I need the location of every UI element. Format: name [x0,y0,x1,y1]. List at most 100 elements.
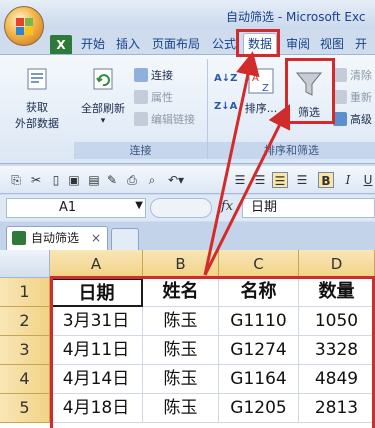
align-left-icon[interactable]: ☰ [232,172,248,188]
sort-button[interactable]: A Z 排序... [240,67,282,116]
connections-icon [134,68,148,82]
sort-za-icon[interactable]: Z↓A [214,101,237,112]
cell-b1[interactable]: 姓名 [143,278,219,307]
ribbon-tabs: X 开始 插入 页面布局 公式 数据 审阅 视图 开发 [0,30,375,71]
format-painter-icon[interactable]: ✎ [104,172,120,188]
cell-c5[interactable]: G1205 [219,394,299,423]
clear-icon [333,68,347,82]
properties-button[interactable]: 属性 [134,89,173,105]
properties-label: 属性 [151,91,173,104]
formatting-toolbar: ⎘ ✂ ▯ ▣ ▤ ✎ ⎙ ⌕ ↶▾ ☰ ☰ ☰ ☰ B I U [0,166,375,194]
cell-b2[interactable]: 陈玉 [143,307,219,336]
cell-c1[interactable]: 名称 [219,278,299,307]
workbook-tab-bar: 自动筛选 × [0,222,375,250]
cell-d3[interactable]: 3328 [299,336,375,365]
cell-d4[interactable]: 4849 [299,365,375,394]
connections-button[interactable]: 连接 [134,67,173,83]
cell-a5[interactable]: 4月18日 [50,394,143,423]
cell-c2[interactable]: G1110 [219,307,299,336]
name-box-value: A1 [59,200,77,215]
fx-icon[interactable]: fx [221,199,233,214]
name-box[interactable]: A1 ▼ [6,198,146,218]
row-header-3[interactable]: 3 [0,336,50,365]
edit-links-label: 编辑链接 [151,113,195,126]
refresh-all-button[interactable]: 全部刷新 ▾ [78,67,128,126]
row-header-4[interactable]: 4 [0,365,50,394]
cell-d5[interactable]: 2813 [299,394,375,423]
chevron-down-icon[interactable]: ▼ [135,200,143,211]
sort-label: 排序... [244,102,278,115]
align-center-icon[interactable]: ☰ [252,172,268,188]
column-header-c[interactable]: C [219,250,299,278]
advanced-filter-icon [333,112,347,126]
office-button[interactable] [4,6,44,46]
edit-links-button[interactable]: 编辑链接 [134,111,195,127]
formula-bar: A1 ▼ fx 日期 [0,195,375,221]
row-header-1[interactable]: 1 [0,278,50,307]
filter-button[interactable]: 筛选 [288,69,330,120]
row-header-2[interactable]: 2 [0,307,50,336]
select-all-corner[interactable] [0,250,50,278]
print-icon[interactable]: ⎙ [124,172,140,188]
advanced-button[interactable]: 高级 [333,111,372,127]
tab-data[interactable]: 数据 [243,33,278,55]
undo-icon[interactable]: ↶▾ [164,172,188,188]
sort-filter-group-label: 排序和筛选 [208,142,375,159]
sort-az-icon[interactable]: A↓Z [214,73,237,84]
cell-b3[interactable]: 陈玉 [143,336,219,365]
group-connections: 全部刷新 ▾ 连接 属性 编辑链接 连接 [74,59,208,159]
formula-input[interactable]: 日期 [242,198,375,218]
cell-c3[interactable]: G1274 [219,336,299,365]
connections-label: 连接 [151,69,173,82]
formula-bar-resize-handle[interactable] [150,198,212,218]
cell-c4[interactable]: G1164 [219,365,299,394]
column-header-b[interactable]: B [143,250,219,278]
save-icon[interactable]: ▣ [66,172,82,188]
svg-text:A: A [252,73,259,84]
cut-icon[interactable]: ✂ [28,172,44,188]
new-workbook-tab[interactable] [111,228,139,250]
italic-icon[interactable]: I [340,172,356,188]
save-as-icon[interactable]: ▤ [86,172,102,188]
cell-a3[interactable]: 4月11日 [50,336,143,365]
print-preview-icon[interactable]: ⌕ [144,172,160,188]
close-icon[interactable]: × [91,227,101,249]
group-external-data: 获取 外部数据 [0,59,74,159]
tab-view[interactable]: 视图 [316,34,348,54]
cell-a4[interactable]: 4月14日 [50,365,143,394]
connections-group-label: 连接 [74,142,207,159]
tab-developer[interactable]: 开发 [351,34,375,71]
tab-page-layout[interactable]: 页面布局 [148,34,204,54]
align-justify-icon[interactable]: ☰ [294,172,310,188]
filter-label: 筛选 [298,106,320,119]
tab-formulas[interactable]: 公式 [208,34,240,54]
underline-icon[interactable]: U [360,172,375,188]
reapply-icon [333,90,347,104]
cell-d2[interactable]: 1050 [299,307,375,336]
window-title: 自动筛选 - Microsoft Exc [226,10,366,24]
reapply-button[interactable]: 重新 [333,89,372,105]
cell-a2[interactable]: 3月31日 [50,307,143,336]
tab-home[interactable]: 开始 [77,34,109,54]
new-icon[interactable]: ▯ [48,172,64,188]
copy-icon[interactable]: ⎘ [8,172,24,188]
clear-button[interactable]: 清除 [333,67,372,83]
cell-b5[interactable]: 陈玉 [143,394,219,423]
properties-icon [134,90,148,104]
workbook-tab[interactable]: 自动筛选 × [6,226,108,250]
tab-review[interactable]: 审阅 [282,34,314,54]
get-external-data-button[interactable]: 获取 外部数据 [6,67,68,132]
cell-d1[interactable]: 数量 [299,278,375,307]
excel-icon[interactable]: X [50,35,72,55]
bold-icon[interactable]: B [318,172,334,188]
group-sort-filter: A↓Z Z↓A A Z 排序... 筛选 清除 重新 高级 排序和筛选 [208,59,375,159]
tab-insert[interactable]: 插入 [112,34,144,54]
column-header-a[interactable]: A [50,250,143,278]
column-header-d[interactable]: D [299,250,375,278]
cell-b4[interactable]: 陈玉 [143,365,219,394]
advanced-label: 高级 [350,113,372,126]
row-header-5[interactable]: 5 [0,394,50,423]
align-right-icon[interactable]: ☰ [272,172,288,188]
refresh-icon [93,68,113,90]
cell-a1[interactable]: 日期 [50,278,143,307]
